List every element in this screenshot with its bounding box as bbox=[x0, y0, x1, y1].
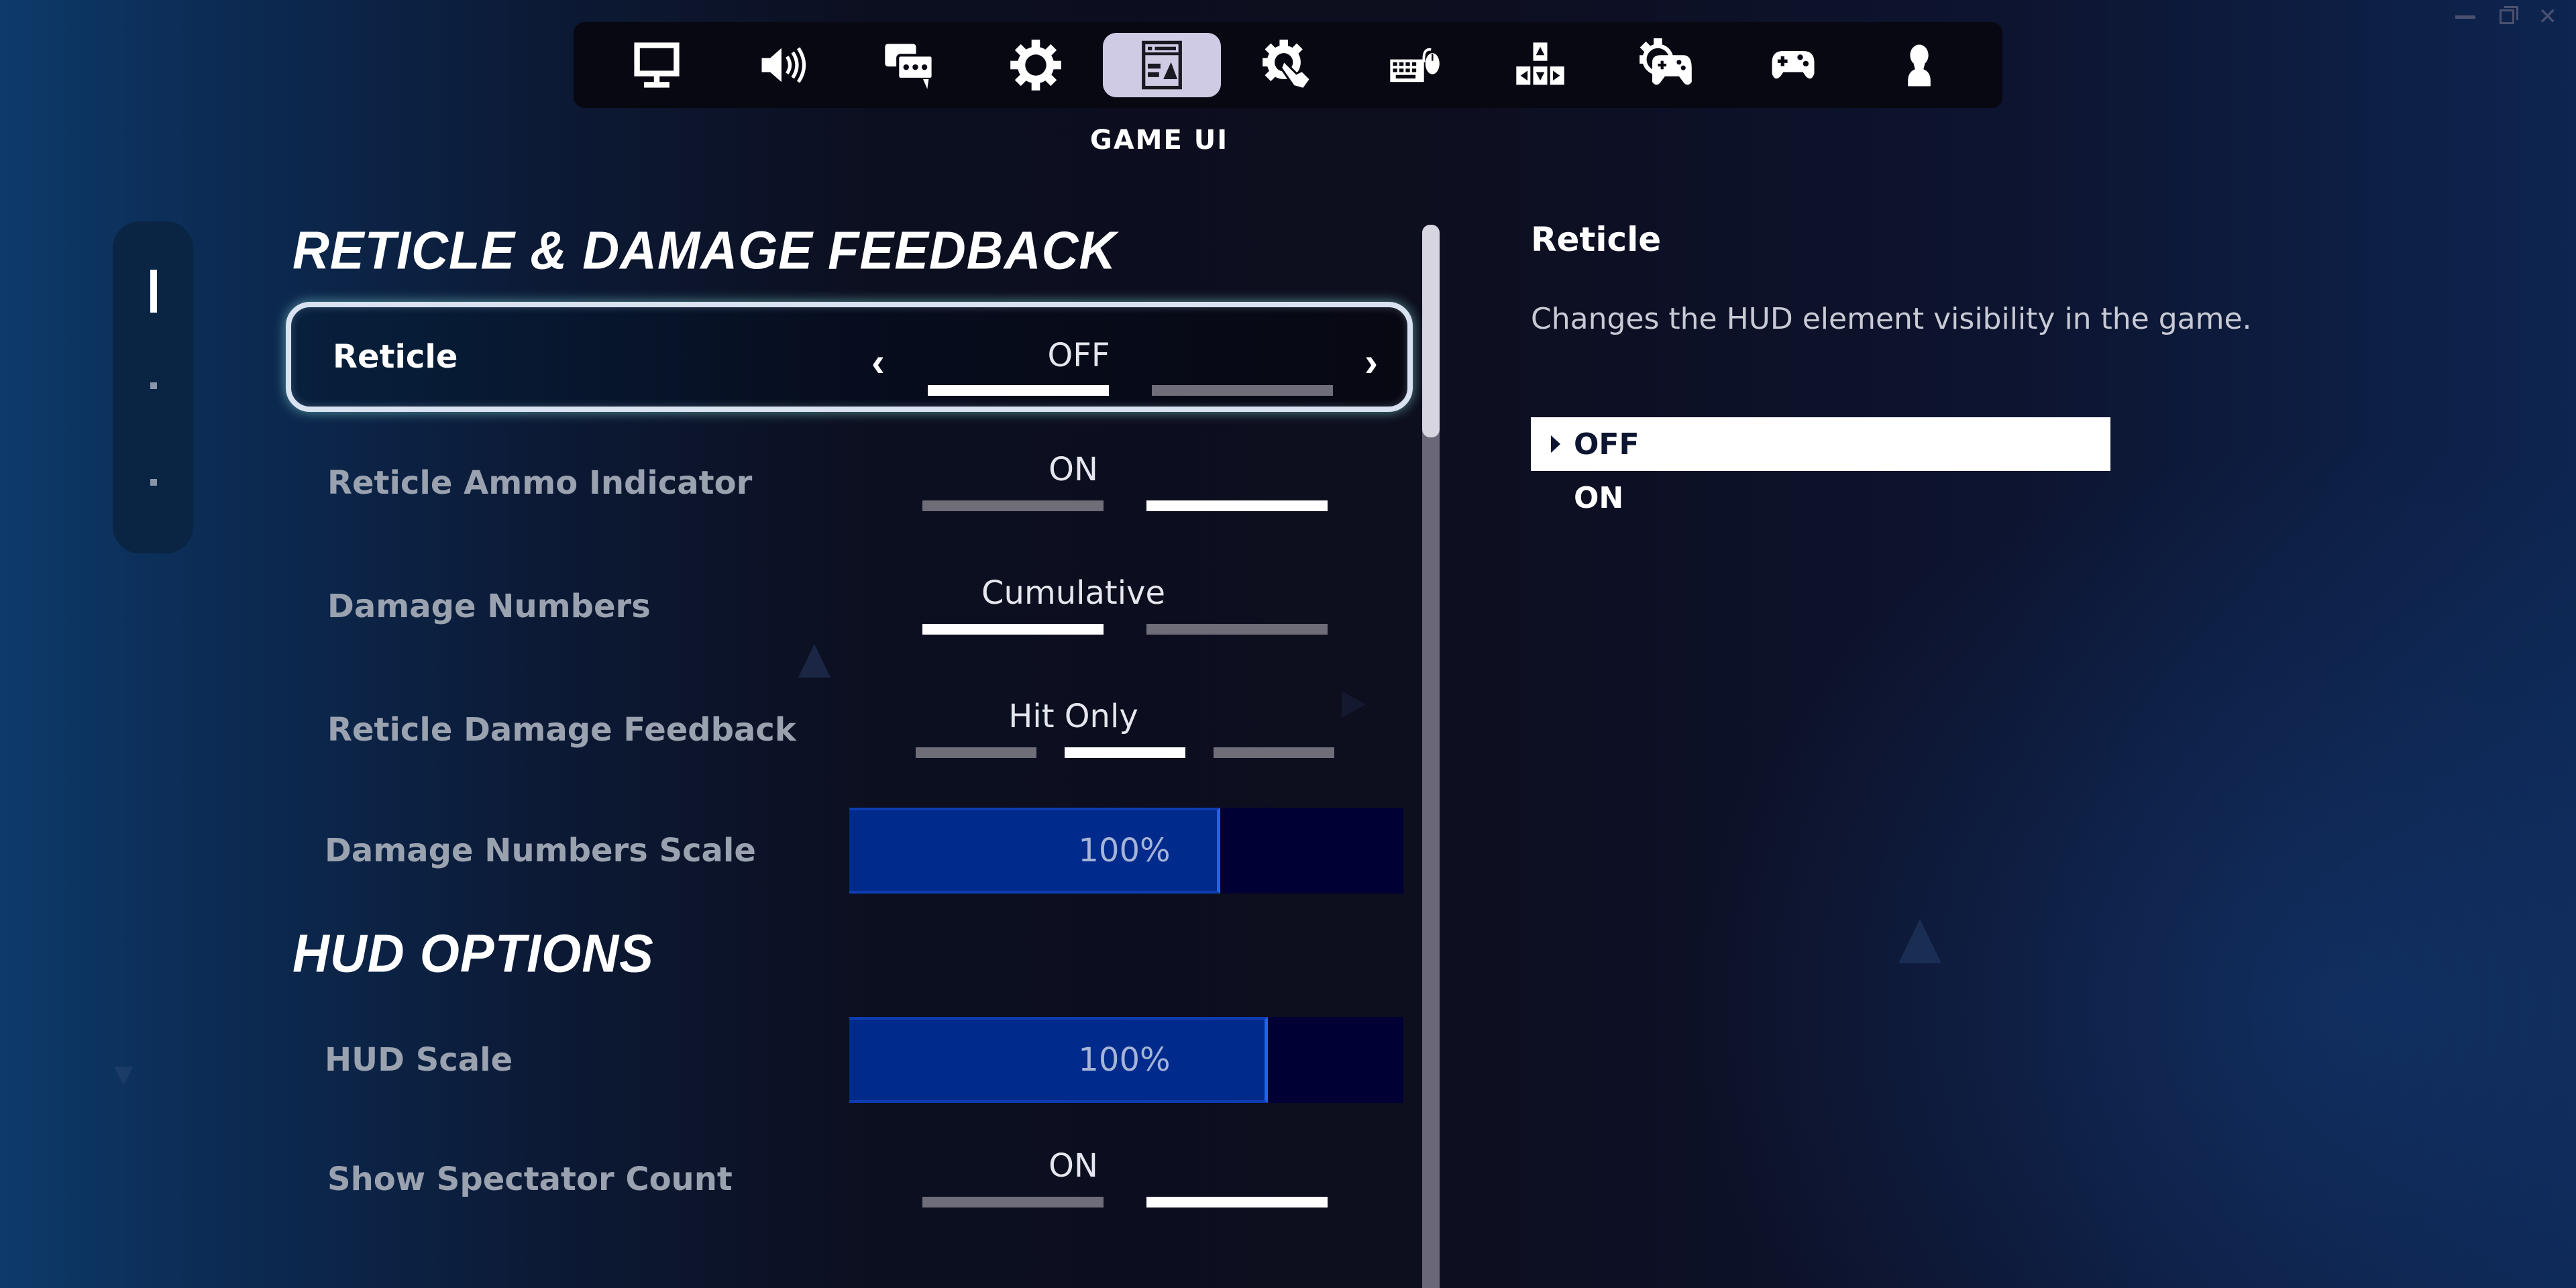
option-pip[interactable] bbox=[1065, 747, 1185, 758]
restore-icon[interactable] bbox=[2499, 6, 2518, 24]
tab-account[interactable] bbox=[1860, 33, 1978, 97]
setting-label: Reticle Damage Feedback bbox=[327, 711, 796, 749]
tab-keybinds[interactable] bbox=[1481, 33, 1599, 97]
detail-option-list: OFF ON bbox=[1531, 417, 2110, 525]
caret-right-icon bbox=[1551, 435, 1560, 453]
tab-social[interactable] bbox=[850, 33, 968, 97]
tab-game[interactable] bbox=[977, 33, 1095, 97]
tab-controller[interactable] bbox=[1734, 33, 1852, 97]
option-pip[interactable] bbox=[922, 624, 1104, 635]
option-pip[interactable] bbox=[916, 747, 1036, 758]
detail-option-on[interactable]: ON bbox=[1531, 471, 2110, 525]
speaker-icon bbox=[761, 47, 806, 83]
setting-label: Reticle Ammo Indicator bbox=[327, 464, 753, 502]
tab-touch[interactable] bbox=[1229, 33, 1347, 97]
chevron-right-icon[interactable]: › bbox=[1364, 342, 1378, 382]
option-pip[interactable] bbox=[922, 500, 1104, 511]
option-pip[interactable] bbox=[922, 1197, 1104, 1208]
detail-title: Reticle bbox=[1531, 220, 1662, 259]
setting-row-hud-scale[interactable]: HUD Scale 100% bbox=[282, 1004, 1409, 1116]
option-pip[interactable] bbox=[1146, 624, 1328, 635]
section-heading-hud-options: HUD OPTIONS bbox=[292, 923, 654, 984]
gear-controller-icon bbox=[1640, 38, 1693, 85]
option-indicator bbox=[928, 385, 1333, 396]
keyboard-mouse-icon bbox=[1390, 48, 1440, 83]
active-tab-title: GAME UI bbox=[1089, 125, 1229, 156]
controller-icon bbox=[1772, 51, 1815, 79]
tab-controller-settings[interactable] bbox=[1607, 33, 1725, 97]
option-label: OFF bbox=[1574, 427, 1640, 462]
setting-row-show-spectator-count[interactable]: Show Spectator Count ON bbox=[282, 1126, 1409, 1233]
monitor-icon bbox=[634, 42, 680, 88]
arrow-keys-icon bbox=[1516, 42, 1564, 85]
section-nav-item[interactable] bbox=[150, 479, 157, 486]
option-pip[interactable] bbox=[1214, 747, 1334, 758]
tab-display[interactable] bbox=[598, 33, 716, 97]
section-heading-reticle: RETICLE & DAMAGE FEEDBACK bbox=[292, 220, 1117, 281]
setting-value: Hit Only bbox=[1008, 698, 1138, 735]
option-indicator bbox=[916, 747, 1334, 758]
setting-row-reticle[interactable]: Reticle ‹ OFF › bbox=[286, 302, 1413, 412]
option-indicator bbox=[922, 500, 1328, 511]
background-shard bbox=[114, 1067, 133, 1085]
setting-value: ON bbox=[1049, 451, 1098, 488]
option-pip[interactable] bbox=[1152, 385, 1333, 396]
tab-game-ui[interactable] bbox=[1102, 33, 1221, 97]
chat-bubbles-icon bbox=[885, 44, 935, 89]
option-pip[interactable] bbox=[928, 385, 1109, 396]
tab-audio[interactable] bbox=[724, 33, 842, 97]
user-icon bbox=[1907, 44, 1931, 87]
game-ui-layout-icon bbox=[1141, 40, 1182, 90]
setting-label: Reticle bbox=[333, 338, 458, 376]
option-label: ON bbox=[1574, 480, 1624, 515]
scrollbar-thumb[interactable] bbox=[1422, 225, 1440, 437]
settings-tab-bar bbox=[574, 22, 2002, 108]
option-indicator bbox=[922, 624, 1328, 635]
window-controls: ✕ bbox=[2455, 5, 2558, 28]
tab-keyboard-mouse[interactable] bbox=[1355, 33, 1473, 97]
section-navigator bbox=[113, 221, 193, 553]
setting-value: Cumulative bbox=[981, 574, 1165, 612]
setting-value: ON bbox=[1049, 1147, 1098, 1185]
setting-label: Show Spectator Count bbox=[327, 1161, 733, 1198]
option-pip[interactable] bbox=[1146, 1197, 1328, 1208]
slider-value: 100% bbox=[1078, 832, 1171, 869]
section-nav-item-active[interactable] bbox=[150, 270, 157, 313]
detail-option-off[interactable]: OFF bbox=[1531, 417, 2110, 471]
gear-touch-icon bbox=[1263, 40, 1312, 91]
setting-label: HUD Scale bbox=[325, 1041, 513, 1079]
setting-row-damage-numbers[interactable]: Damage Numbers Cumulative bbox=[282, 553, 1409, 660]
slider-value: 100% bbox=[1078, 1041, 1171, 1079]
background-shard bbox=[1898, 919, 1941, 963]
gear-icon bbox=[1010, 40, 1061, 91]
setting-label: Damage Numbers Scale bbox=[325, 832, 756, 869]
detail-description: Changes the HUD element visibility in th… bbox=[1531, 302, 2252, 336]
setting-label: Damage Numbers bbox=[327, 588, 651, 625]
damage-numbers-scale-slider[interactable]: 100% bbox=[849, 808, 1403, 894]
option-indicator bbox=[922, 1197, 1328, 1208]
close-icon[interactable]: ✕ bbox=[2538, 5, 2558, 28]
minimize-icon[interactable] bbox=[2455, 15, 2475, 19]
hud-scale-slider[interactable]: 100% bbox=[849, 1017, 1403, 1103]
setting-row-damage-numbers-scale[interactable]: Damage Numbers Scale 100% bbox=[282, 794, 1409, 907]
setting-row-reticle-ammo-indicator[interactable]: Reticle Ammo Indicator ON bbox=[282, 429, 1409, 537]
settings-scrollbar[interactable] bbox=[1422, 225, 1440, 1288]
setting-value: OFF bbox=[1047, 337, 1110, 374]
option-pip[interactable] bbox=[1146, 500, 1328, 511]
section-nav-item[interactable] bbox=[150, 382, 157, 389]
setting-row-reticle-damage-feedback[interactable]: Reticle Damage Feedback Hit Only bbox=[282, 676, 1409, 784]
